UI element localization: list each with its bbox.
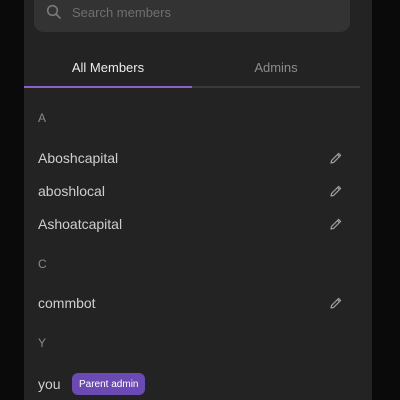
section-header-c: C <box>38 257 47 271</box>
search-bar[interactable] <box>34 0 350 32</box>
search-icon <box>46 4 62 20</box>
member-name: you <box>38 376 61 392</box>
members-panel: All Members Admins A Aboshcapital aboshl… <box>24 0 372 400</box>
role-badge: Parent admin <box>72 373 146 395</box>
member-row[interactable]: you Parent admin <box>24 370 360 398</box>
active-tab-indicator <box>24 86 192 88</box>
member-row[interactable]: Ashoatcapital <box>24 210 360 238</box>
pencil-icon[interactable] <box>329 184 343 198</box>
member-tabs: All Members Admins <box>24 48 360 88</box>
member-name: Ashoatcapital <box>38 216 123 232</box>
tab-all-members[interactable]: All Members <box>24 48 192 86</box>
section-header-a: A <box>38 111 47 125</box>
pencil-icon[interactable] <box>329 296 343 310</box>
section-header-y: Y <box>38 336 47 350</box>
tab-admins[interactable]: Admins <box>192 48 360 86</box>
pencil-icon[interactable] <box>329 217 343 231</box>
member-name: aboshlocal <box>38 183 105 199</box>
pencil-icon[interactable] <box>329 151 343 165</box>
member-name: Aboshcapital <box>38 150 119 166</box>
member-name: commbot <box>38 295 96 311</box>
search-input[interactable] <box>72 4 322 20</box>
member-row[interactable]: commbot <box>24 289 360 317</box>
member-row[interactable]: Aboshcapital <box>24 144 360 172</box>
member-row[interactable]: aboshlocal <box>24 177 360 205</box>
